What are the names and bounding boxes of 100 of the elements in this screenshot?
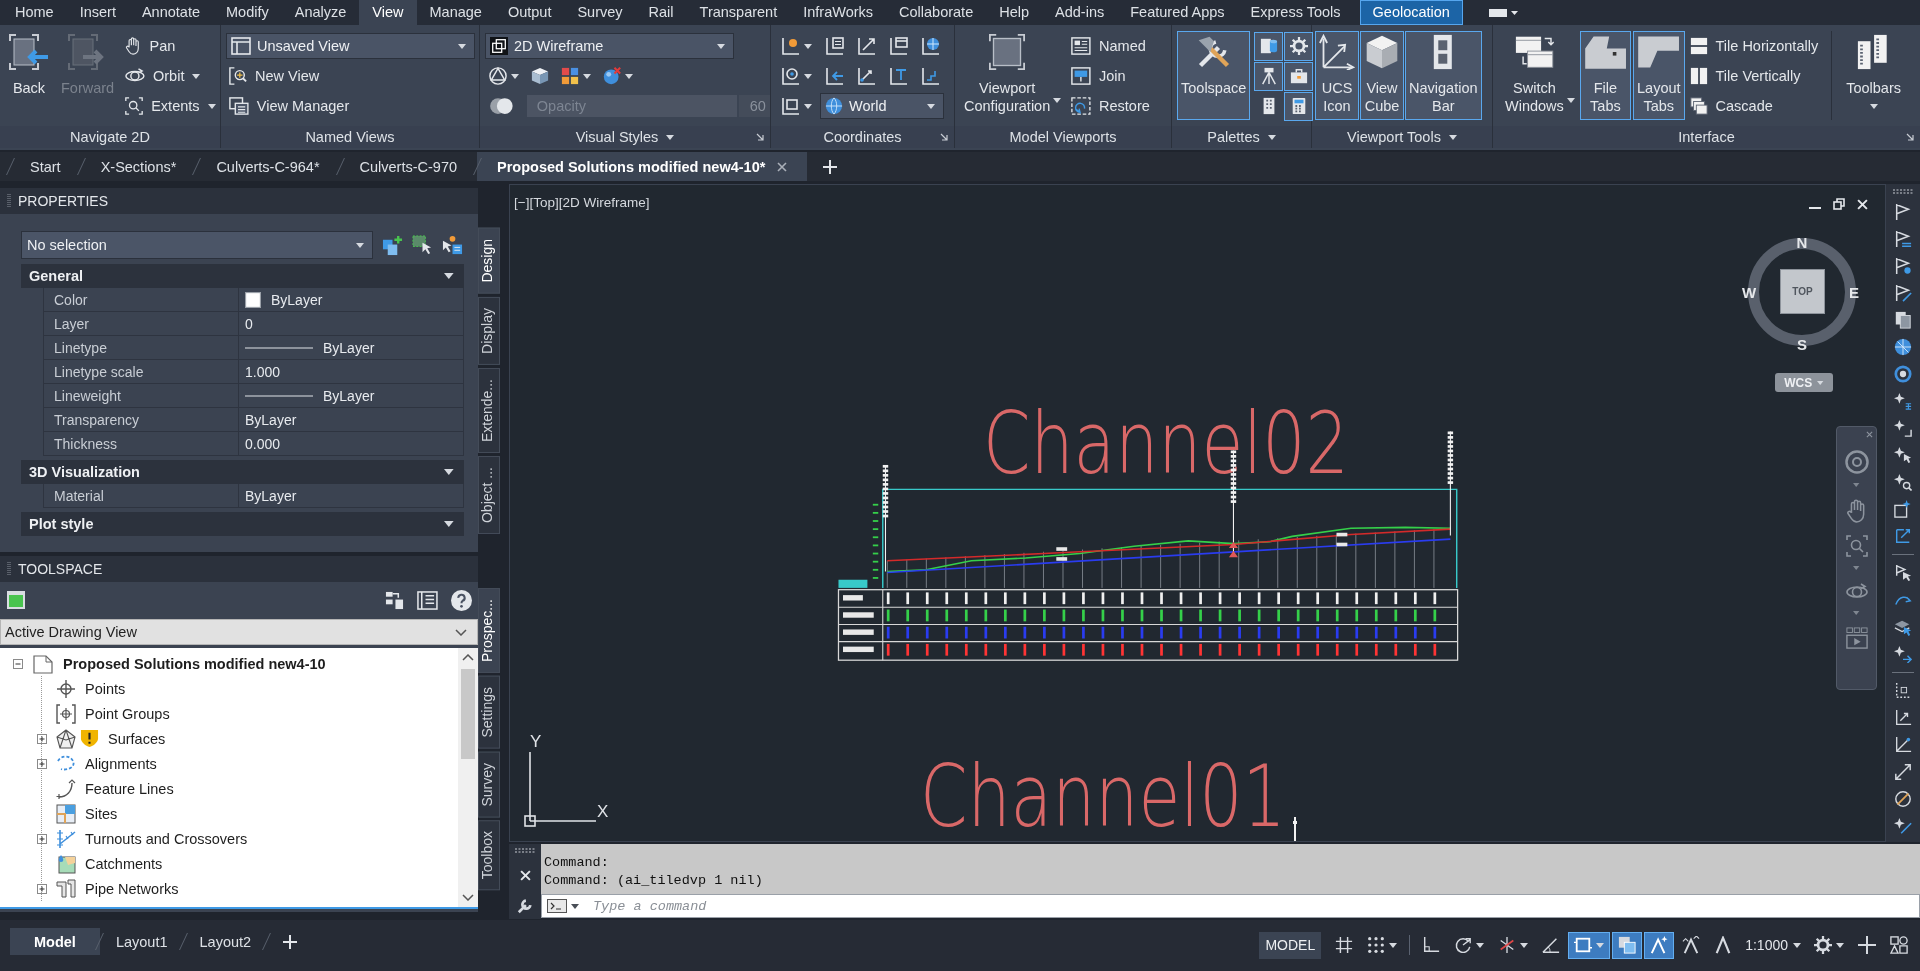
viewport-controls-label[interactable]: [−][Top][2D Wireframe] [514,195,650,210]
dropdown-list[interactable]: World [820,93,944,119]
wrench-icon[interactable] [517,898,533,914]
ribbon-tab[interactable]: Insert [66,0,129,25]
model-space-button[interactable]: MODEL [1259,931,1322,959]
status-toggle[interactable] [1612,931,1643,959]
ribbon-large-button[interactable]: Back [5,31,53,120]
dialog-launcher-icon[interactable] [756,133,764,141]
ribbon-tab[interactable]: Express Tools [1237,0,1354,25]
magnifier-corners-icon[interactable] [1845,535,1868,557]
icon-button[interactable] [1284,31,1314,61]
restore-icon[interactable] [1833,198,1845,210]
ribbon-tab[interactable]: Home [2,0,67,25]
tree-item[interactable]: Proposed Solutions modified new4-10 [33,652,326,675]
ribbon-tab[interactable]: Modify [213,0,282,25]
selection-dropdown[interactable]: No selection [21,231,373,259]
help-icon[interactable] [451,589,472,611]
tree-item[interactable]: Point Groups [56,702,170,725]
sparkle-corner-icon[interactable] [1894,419,1912,437]
expand-box-icon[interactable] [37,833,47,844]
side-tab[interactable]: Design [478,228,500,294]
ribbon-button[interactable]: Named [1068,33,1149,59]
ribbon-tab[interactable]: Help [986,0,1043,25]
ribbon-large-button[interactable]: Navigation Bar [1405,31,1482,120]
layout-tab[interactable]: Layout2 [183,928,268,955]
caret-icon[interactable] [1853,483,1860,487]
document-stack-icon[interactable] [1894,311,1912,329]
dropdown-list[interactable]: Unsaved View [226,33,475,59]
tree-layout-icon[interactable] [385,590,405,610]
tree-item[interactable]: Sites [56,802,118,825]
ribbon-large-button[interactable]: Layout Tabs [1633,31,1685,120]
globe-ring-icon[interactable] [1894,365,1912,383]
caret-icon[interactable] [1853,611,1860,615]
annotation-scale-button[interactable]: 1:1000 [1740,931,1806,959]
compass-direction[interactable]: S [1797,336,1807,352]
dialog-launcher-icon[interactable] [1906,133,1914,141]
icon-button[interactable] [1254,61,1284,91]
side-tab[interactable]: Settings [478,676,500,749]
plus-icon[interactable] [1858,936,1876,954]
frame-sparkle-icon[interactable] [1894,500,1912,518]
grip-icon[interactable] [7,562,11,576]
corner-diagonal-icon[interactable] [1894,736,1912,754]
sparkle-line-icon[interactable] [1894,817,1912,835]
pennant-dash-icon[interactable] [1894,230,1912,248]
compass-direction[interactable]: E [1849,284,1859,300]
double-ring-icon[interactable] [1844,450,1869,474]
ribbon-large-button[interactable]: Viewport Configuration [960,31,1065,120]
command-input[interactable]: Type a command [541,894,1920,918]
ribbon-tab[interactable]: View [359,0,417,25]
command-text-field[interactable]: Type a command [583,896,1919,916]
chevron-down-icon[interactable] [462,894,474,901]
ribbon-tab[interactable]: Survey [564,0,636,25]
ribbon-tab[interactable]: InfraWorks [790,0,887,25]
tree-item[interactable]: Feature Lines [56,777,174,800]
ribbon-tab[interactable]: Transparent [686,0,791,25]
ribbon-tab[interactable]: Rail [635,0,687,25]
ribbon-tab[interactable]: Output [494,0,565,25]
file-tab[interactable]: Culverts-C-970 [339,152,478,181]
crossed-circle-icon[interactable] [1894,790,1912,808]
bracket-arrow-icon[interactable] [1894,527,1912,545]
ribbon-button[interactable]: Pan [122,33,179,59]
section-header[interactable]: Plot style [21,512,464,536]
tree-item[interactable]: Catchments [56,852,163,875]
ribbon-tab[interactable]: Collaborate [886,0,987,25]
expand-box-icon[interactable] [37,733,47,744]
dropdown-list[interactable]: 2D Wireframe [485,33,734,59]
view-dropdown[interactable]: Active Drawing View [0,619,478,645]
sparkle-cursor-icon[interactable] [1894,446,1912,464]
ribbon-large-button[interactable]: File Tabs [1579,31,1631,120]
layers-cursor-icon[interactable] [1894,618,1912,636]
pennant-icon[interactable] [1894,203,1912,221]
side-tab[interactable]: Extende... [478,367,500,453]
collapse-box-icon[interactable] [13,658,23,669]
scrollbar-thumb[interactable] [461,669,475,759]
ribbon-large-button[interactable]: Toolbars [1842,31,1905,120]
status-toggle[interactable] [1568,931,1611,959]
ribbon-large-button[interactable]: Toolspace [1177,31,1251,120]
document-window-icon[interactable] [6,590,26,610]
side-tab[interactable]: Toolbox [478,820,500,891]
sparkle-grid-icon[interactable] [1894,392,1912,410]
ribbon-button[interactable]: View Manager [226,93,353,119]
dotted-corner-icon[interactable] [1894,682,1912,700]
side-tab[interactable]: Prospec... [478,588,500,674]
section-header[interactable]: General [21,264,464,288]
sparkle-magnifier-icon[interactable] [1894,473,1912,491]
ribbon-button[interactable]: Tile Vertically [1686,63,1804,89]
cursor-pennant-icon[interactable] [1894,564,1912,582]
icon-button[interactable] [1284,91,1314,121]
chevron-up-icon[interactable] [462,654,474,661]
tree-item[interactable]: Turnouts and Crossovers [56,827,248,850]
icon-button[interactable] [1284,61,1314,91]
ribbon-button[interactable]: Extents [122,93,219,119]
cursor-list-icon[interactable] [442,234,463,256]
panel-toggle-icon[interactable] [1488,7,1519,18]
compass-direction[interactable]: W [1741,284,1757,300]
tree-item[interactable]: Surfaces [56,727,166,750]
ribbon-large-button[interactable]: Switch Windows [1501,31,1578,120]
panel-menu-button[interactable]: Viewport Tools [1347,129,1457,145]
caret-icon[interactable] [1853,566,1860,570]
ribbon-tab[interactable]: Add-ins [1042,0,1118,25]
